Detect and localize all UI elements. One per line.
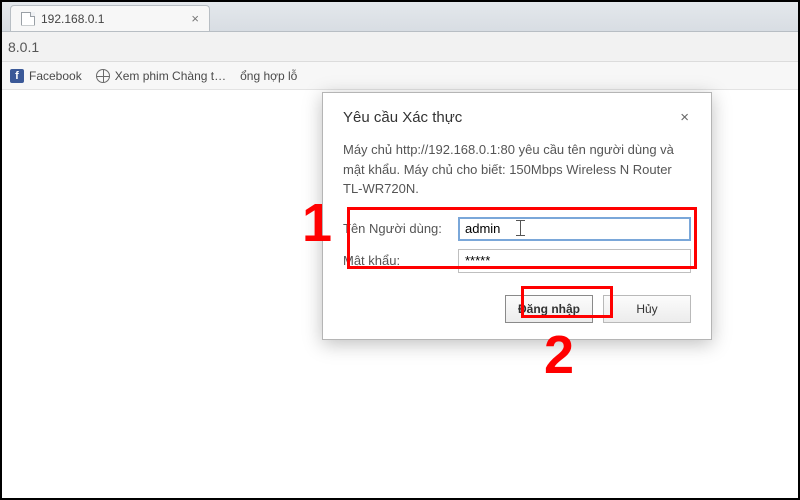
close-icon[interactable]: ×: [674, 107, 695, 128]
login-button[interactable]: Đăng nhập: [505, 295, 593, 323]
browser-tab[interactable]: 192.168.0.1 ×: [10, 5, 210, 31]
page-icon: [21, 12, 35, 26]
bookmark-label: Xem phim Chàng t…: [115, 69, 226, 83]
bookmark-label: ổng hợp lỗ: [240, 69, 297, 83]
tab-close-icon[interactable]: ×: [191, 12, 199, 25]
address-text: 8.0.1: [8, 39, 39, 55]
dialog-title: Yêu cầu Xác thực: [343, 109, 462, 126]
password-label: Mật khẩu:: [343, 253, 448, 268]
facebook-icon: f: [10, 69, 24, 83]
tab-strip: 192.168.0.1 ×: [2, 2, 798, 32]
auth-dialog: Yêu cầu Xác thực × Máy chủ http://192.16…: [322, 92, 712, 340]
globe-icon: [96, 69, 110, 83]
password-row: Mật khẩu:: [323, 245, 711, 277]
username-label: Tên Người dùng:: [343, 221, 448, 236]
bookmark-facebook[interactable]: f Facebook: [10, 69, 82, 83]
text-caret-icon: [520, 221, 521, 235]
bookmark-item-2[interactable]: Xem phim Chàng t…: [96, 69, 226, 83]
dialog-message: Máy chủ http://192.168.0.1:80 yêu cầu tê…: [323, 134, 711, 213]
cancel-button[interactable]: Hủy: [603, 295, 691, 323]
bookmark-item-3[interactable]: ổng hợp lỗ: [240, 69, 297, 83]
bookmark-label: Facebook: [29, 69, 82, 83]
bookmarks-bar: f Facebook Xem phim Chàng t… ổng hợp lỗ: [2, 62, 798, 90]
password-input[interactable]: [458, 249, 691, 273]
dialog-buttons: Đăng nhập Hủy: [323, 277, 711, 339]
address-bar[interactable]: 8.0.1: [2, 32, 798, 62]
username-row: Tên Người dùng:: [323, 213, 711, 245]
username-input[interactable]: [458, 217, 691, 241]
tab-title: 192.168.0.1: [41, 12, 104, 26]
